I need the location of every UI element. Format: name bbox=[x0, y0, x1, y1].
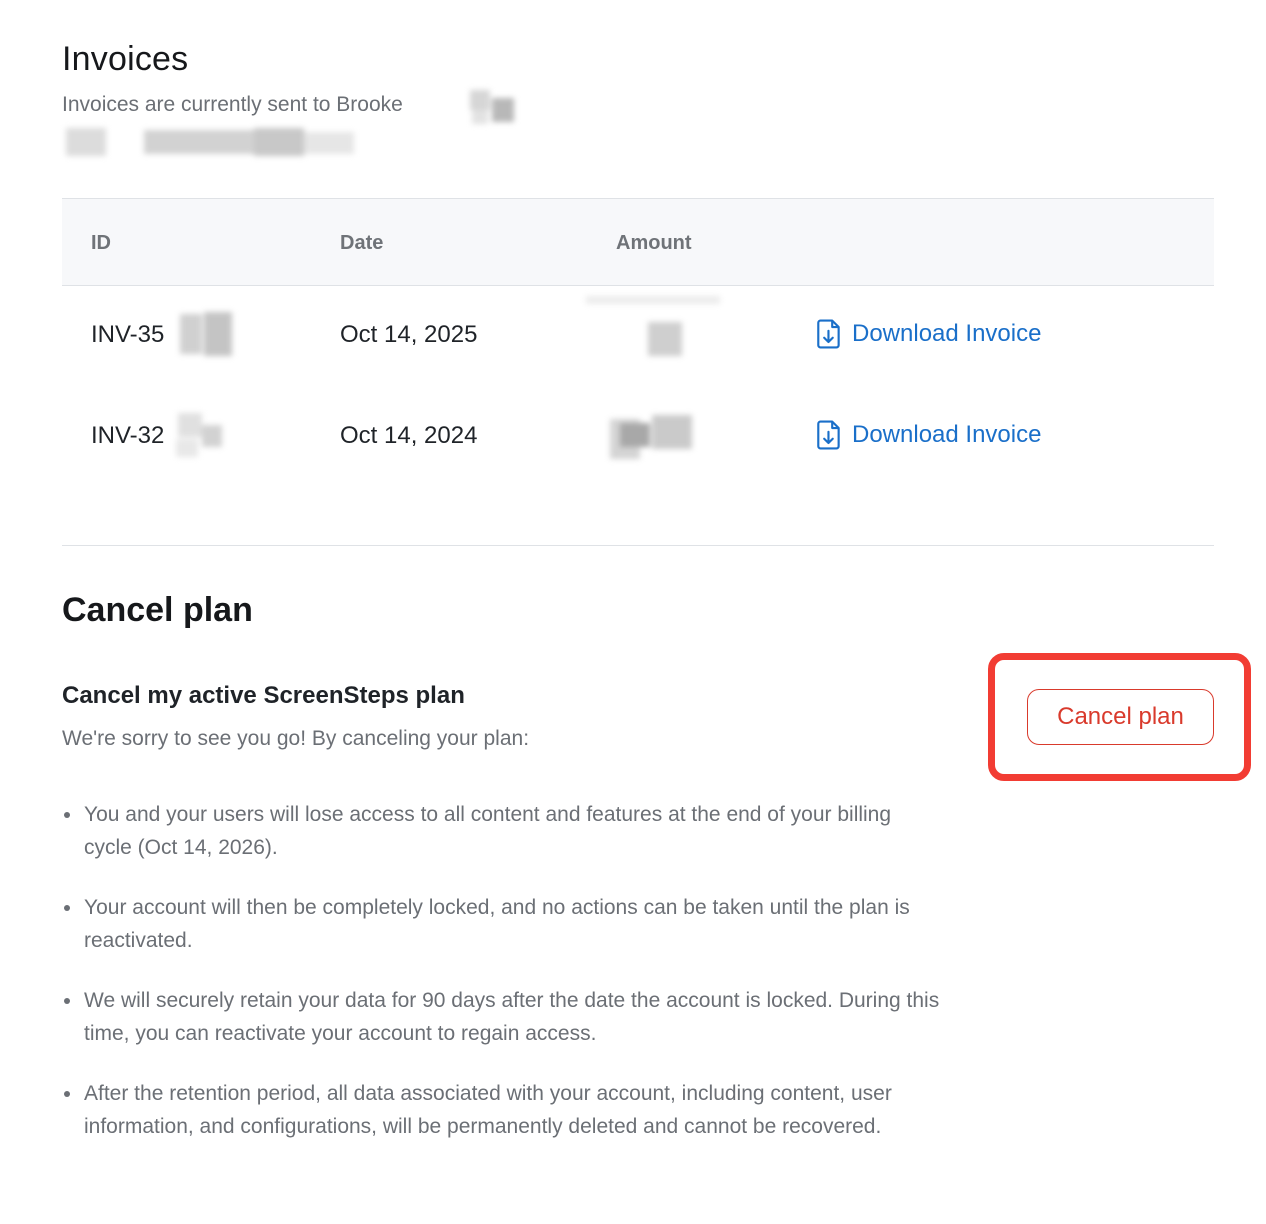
table-row: INV-32 Oct 14, 2024 Download Invoice bbox=[62, 387, 1214, 488]
redacted-recipient-email bbox=[64, 122, 364, 162]
cancel-plan-heading: Cancel my active ScreenSteps plan bbox=[62, 682, 465, 709]
invoices-table: ID Date Amount INV-35 Oct 14, 2025 Downl… bbox=[62, 198, 1214, 488]
list-item: Your account will then be completely loc… bbox=[62, 891, 942, 957]
invoices-recipient-text: Invoices are currently sent to Brooke bbox=[62, 93, 403, 116]
file-download-icon bbox=[817, 420, 840, 450]
table-header: ID Date Amount bbox=[62, 198, 1214, 286]
list-item: You and your users will lose access to a… bbox=[62, 798, 942, 864]
file-download-icon bbox=[817, 319, 840, 349]
section-divider bbox=[62, 545, 1214, 546]
list-item: We will securely retain your data for 90… bbox=[62, 984, 942, 1050]
redacted-recipient-name bbox=[462, 88, 528, 132]
redacted-amount bbox=[582, 296, 722, 362]
invoices-title: Invoices bbox=[62, 40, 189, 78]
invoice-id: INV-35 bbox=[91, 321, 165, 348]
list-item: After the retention period, all data ass… bbox=[62, 1077, 942, 1143]
redacted-id-digits bbox=[174, 310, 238, 358]
cancel-plan-button[interactable]: Cancel plan bbox=[1027, 689, 1214, 745]
billing-page: Invoices Invoices are currently sent to … bbox=[0, 0, 1266, 1224]
redacted-id-digits bbox=[174, 411, 228, 459]
redacted-amount bbox=[606, 411, 702, 467]
download-invoice-link[interactable]: Download Invoice bbox=[816, 420, 1041, 450]
cancel-consequences-list: You and your users will lose access to a… bbox=[62, 798, 942, 1170]
download-invoice-label: Download Invoice bbox=[852, 320, 1042, 347]
cancel-plan-intro: We're sorry to see you go! By canceling … bbox=[62, 727, 530, 750]
column-header-id: ID bbox=[91, 232, 111, 254]
invoice-id: INV-32 bbox=[91, 422, 165, 449]
column-header-amount: Amount bbox=[616, 232, 692, 254]
download-invoice-link[interactable]: Download Invoice bbox=[816, 319, 1041, 349]
download-invoice-label: Download Invoice bbox=[852, 421, 1042, 448]
table-row: INV-35 Oct 14, 2025 Download Invoice bbox=[62, 286, 1214, 387]
column-header-date: Date bbox=[340, 232, 384, 254]
cancel-plan-title: Cancel plan bbox=[62, 591, 253, 629]
invoice-date: Oct 14, 2025 bbox=[340, 321, 478, 348]
invoice-date: Oct 14, 2024 bbox=[340, 422, 478, 449]
